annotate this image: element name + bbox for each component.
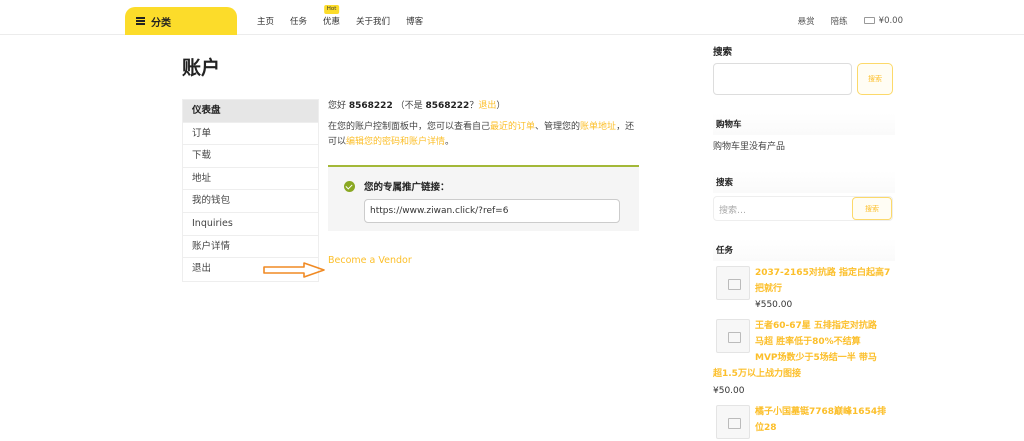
logout-link[interactable]: 退出 (478, 101, 496, 111)
hot-badge: Hot (323, 5, 340, 14)
menu-icon (136, 17, 145, 25)
question-mark: ？ (469, 101, 479, 111)
main-nav: 主页 任务 优惠 Hot 关于我们 博客 (257, 5, 439, 27)
username: 8568222 (348, 101, 393, 111)
nav-item-deals[interactable]: 优惠 Hot (323, 5, 341, 27)
greeting-line: 您好 8568222 （不是 8568222？退出） (328, 99, 640, 114)
desc-part-1: 在您的账户控制面板中，您可以查看自己 (328, 122, 491, 132)
search-button[interactable]: 搜索 (857, 63, 893, 95)
header-right-links: 悬赏 陪练 ¥0.00 (798, 15, 903, 27)
cart-total: ¥0.00 (878, 16, 903, 26)
product-item[interactable]: 王者60-67星 五排指定对抗路 马超 胜率低于80%不结算 MVP场数少于5场… (713, 319, 895, 401)
page-title: 账户 (182, 57, 221, 79)
product-title-line[interactable]: 橘子小国墓铤7768巅峰1654排 (755, 405, 886, 421)
edit-account-link[interactable]: 编辑您的密码和账户详情 (346, 137, 445, 147)
search-widget: 搜索 (713, 171, 895, 193)
billing-address-link[interactable]: 账单地址 (580, 122, 616, 132)
image-placeholder-icon (716, 266, 750, 300)
close-paren: ） (496, 101, 506, 111)
account-nav-inquiries[interactable]: Inquiries (183, 212, 318, 236)
nav-item-tasks[interactable]: 任务 (290, 15, 307, 27)
search2-placeholder: 搜索… (719, 206, 747, 216)
product-title-line[interactable]: 位28 (755, 421, 777, 437)
product-title-line[interactable]: 2037-2165对抗路 指定白起高7 (755, 266, 890, 282)
cart-heading: 购物车 (713, 113, 895, 135)
account-navigation: 仪表盘 订单 下载 地址 我的钱包 Inquiries 账户详情 退出 (182, 99, 319, 282)
nav-item-coaching[interactable]: 陪练 (831, 15, 848, 27)
category-label: 分类 (151, 17, 171, 29)
account-nav-wallet[interactable]: 我的钱包 (183, 190, 318, 213)
affiliate-title: 您的专属推广链接： (364, 182, 450, 193)
account-nav-addresses[interactable]: 地址 (183, 167, 318, 191)
arrow-annotation-icon (263, 262, 325, 278)
check-circle-icon (344, 180, 355, 192)
greeting-prefix: 您好 (328, 101, 349, 111)
desc-part-4: 。 (445, 137, 455, 147)
top-navigation-bar: 分类 主页 任务 优惠 Hot 关于我们 博客 悬赏 陪练 ¥0.00 (0, 0, 1024, 35)
tasks-heading: 任务 (713, 239, 895, 261)
cart-widget: 购物车 (713, 113, 895, 135)
nav-item-blog[interactable]: 博客 (406, 15, 423, 27)
product-title-line[interactable]: 把就行 (755, 282, 782, 298)
cart-icon (863, 17, 875, 24)
cart-link[interactable]: ¥0.00 (863, 16, 903, 26)
recent-orders-link[interactable]: 最近的订单 (490, 122, 535, 132)
account-nav-downloads[interactable]: 下载 (183, 145, 318, 168)
category-menu-button[interactable]: 分类 (125, 7, 237, 35)
product-title-line[interactable]: 马超 胜率低于80%不结算 (755, 335, 861, 351)
image-placeholder-icon (716, 405, 750, 439)
account-nav-dashboard[interactable]: 仪表盘 (183, 100, 318, 123)
cart-empty-message: 购物车里没有产品 (713, 142, 786, 152)
product-title-line[interactable]: MVP场数少于5场结一半 带马 (755, 351, 877, 367)
affiliate-link-box: 您的专属推广链接： https://www.ziwan.click/?ref=6 (328, 165, 639, 231)
nav-item-home[interactable]: 主页 (257, 15, 274, 27)
dashboard-description: 在您的账户控制面板中，您可以查看自己最近的订单、管理您的账单地址，还可以编辑您的… (328, 120, 640, 150)
product-title-line[interactable]: 王者60-67星 五排指定对抗路 (755, 319, 877, 335)
username-2: 8568222 (425, 101, 470, 111)
desc-part-2: 、管理您的 (535, 122, 581, 132)
search-input[interactable] (713, 63, 852, 95)
not-you-prefix: （不是 (395, 101, 426, 111)
nav-item-about[interactable]: 关于我们 (356, 15, 390, 27)
dashboard-content: 您好 8568222 （不是 8568222？退出） 在您的账户控制面板中，您可… (328, 99, 640, 150)
affiliate-title-row: 您的专属推广链接： (344, 179, 450, 193)
become-vendor-link[interactable]: Become a Vendor (328, 255, 412, 266)
affiliate-url-field[interactable]: https://www.ziwan.click/?ref=6 (364, 199, 620, 223)
tasks-widget: 任务 (713, 239, 895, 261)
nav-item-bounty[interactable]: 悬赏 (798, 15, 815, 27)
account-nav-account-details[interactable]: 账户详情 (183, 235, 318, 259)
image-placeholder-icon (716, 319, 750, 353)
product-item[interactable]: 橘子小国墓铤7768巅峰1654排 位28 (713, 405, 895, 441)
sidebar-search-title: 搜索 (713, 44, 895, 58)
search2-button[interactable]: 搜索 (852, 197, 892, 220)
nav-item-deals-label: 优惠 (323, 17, 341, 27)
product-price: ¥550.00 (755, 300, 793, 310)
search-heading: 搜索 (713, 47, 733, 58)
search2-heading: 搜索 (713, 171, 895, 193)
product-title-line[interactable]: 超1.5万以上战力图接 (713, 367, 801, 383)
product-item[interactable]: 2037-2165对抗路 指定白起高7 把就行 ¥550.00 (713, 265, 895, 315)
product-price: ¥50.00 (713, 386, 745, 396)
account-nav-orders[interactable]: 订单 (183, 122, 318, 146)
